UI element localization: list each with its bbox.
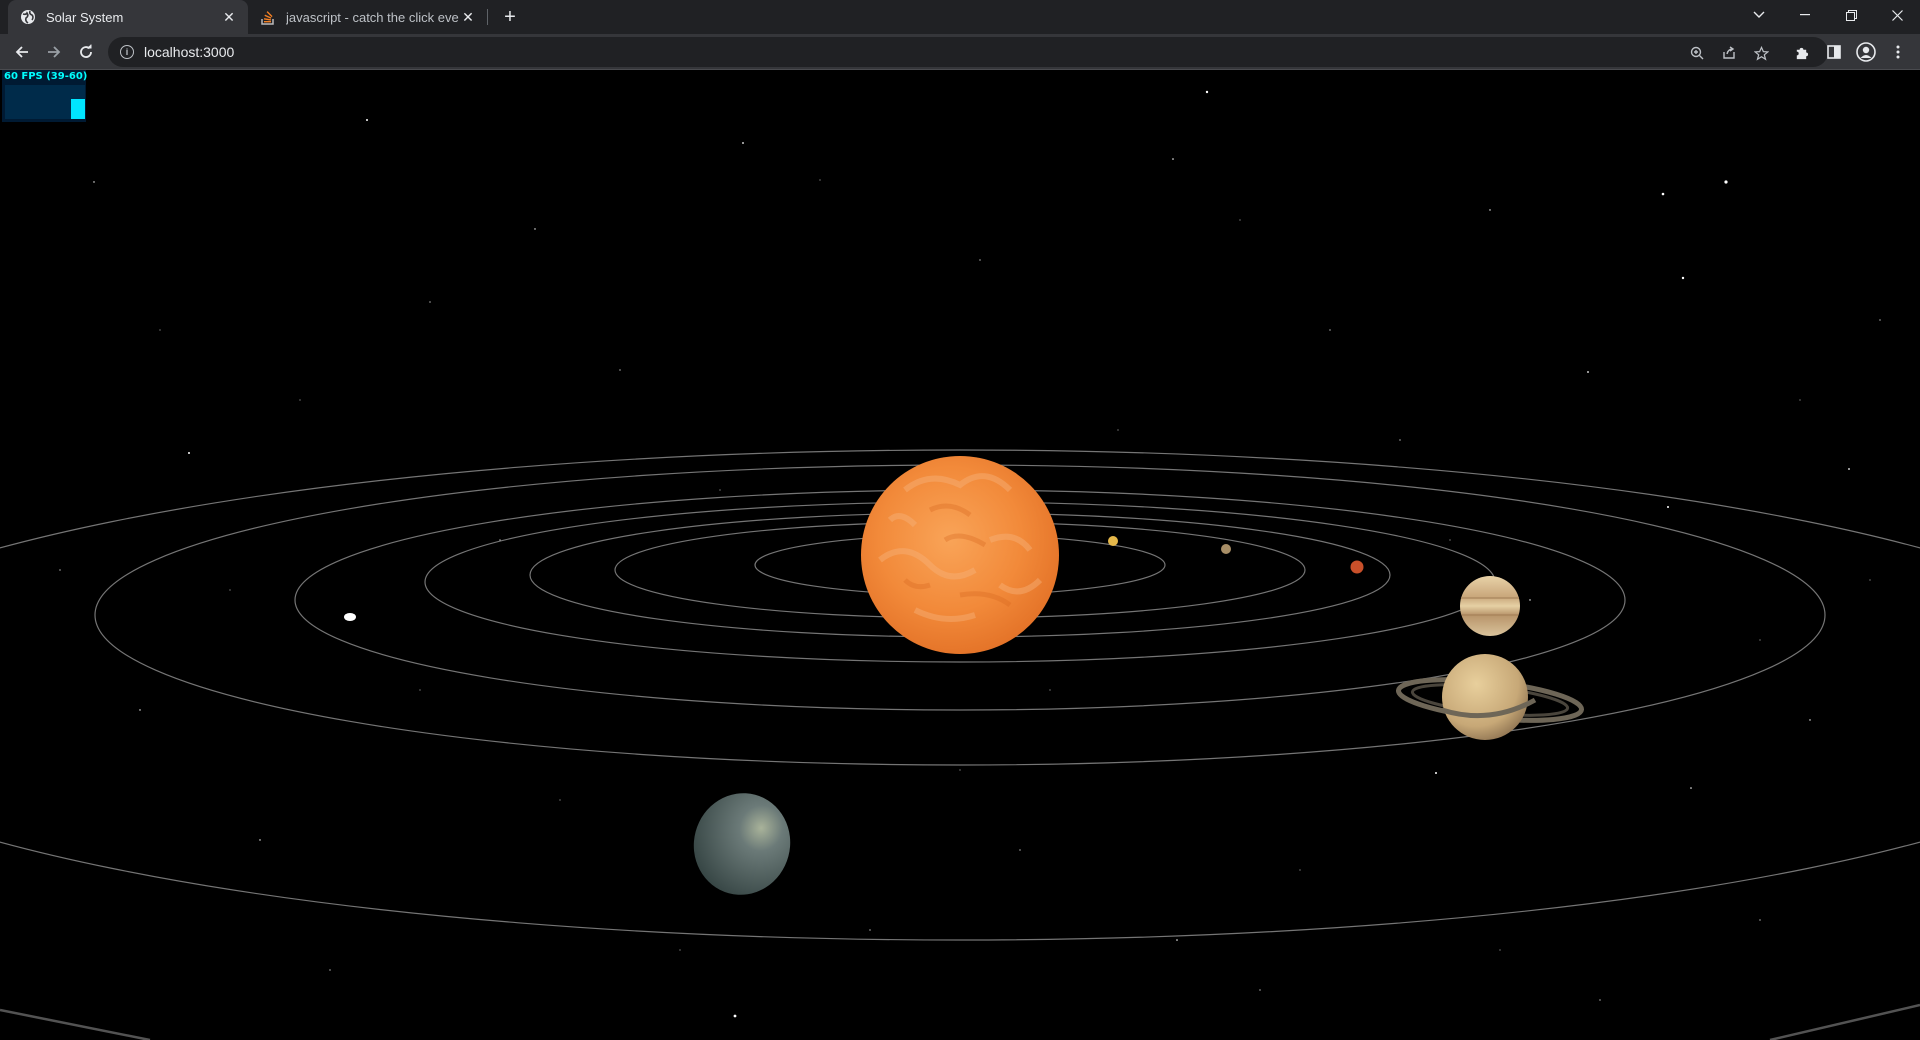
earth[interactable]: [344, 613, 356, 621]
solar-system-scene[interactable]: [0, 70, 1920, 1040]
profile-avatar-icon[interactable]: [1852, 38, 1880, 66]
jupiter[interactable]: [1460, 576, 1520, 636]
zoom-icon[interactable]: [1688, 44, 1706, 62]
site-info-icon[interactable]: i: [120, 45, 134, 59]
tab-title: javascript - catch the click event: [286, 9, 459, 25]
tab-search-icon[interactable]: [1736, 0, 1782, 30]
mars[interactable]: [1350, 560, 1364, 574]
tab-separator: [487, 9, 488, 25]
close-tab-icon[interactable]: ✕: [459, 8, 477, 26]
tab-title: Solar System: [46, 9, 124, 25]
back-button[interactable]: [8, 38, 36, 66]
reload-button[interactable]: [72, 38, 100, 66]
restore-icon[interactable]: [1828, 0, 1874, 30]
share-icon[interactable]: [1720, 44, 1738, 62]
bookmark-star-icon[interactable]: [1752, 44, 1770, 62]
sun[interactable]: [861, 456, 1059, 654]
tab-strip: Solar System ✕ javascript - catch the cl…: [0, 0, 1920, 34]
close-tab-icon[interactable]: ✕: [220, 8, 238, 26]
browser-toolbar: i localhost:3000: [0, 34, 1920, 70]
fps-label: 60 FPS (39-60): [4, 71, 88, 82]
orbit-neptune: [0, 1003, 1920, 1040]
menu-kebab-icon[interactable]: [1884, 38, 1912, 66]
fps-graph-bar: [71, 99, 85, 119]
venus[interactable]: [1221, 544, 1231, 554]
tab-stackoverflow[interactable]: javascript - catch the click event ✕: [252, 0, 487, 34]
address-url[interactable]: localhost:3000: [144, 44, 234, 60]
tab-solar-system[interactable]: Solar System ✕: [8, 0, 248, 34]
scene-canvas[interactable]: 60 FPS (39-60): [0, 70, 1920, 1040]
globe-icon: [20, 9, 36, 25]
fps-graph: [5, 85, 85, 119]
stackoverflow-icon: [260, 9, 276, 25]
saturn[interactable]: [1395, 654, 1585, 740]
fps-meter[interactable]: 60 FPS (39-60): [2, 70, 88, 122]
new-tab-button[interactable]: +: [498, 5, 522, 29]
extensions-icon[interactable]: [1787, 38, 1815, 66]
close-window-icon[interactable]: [1874, 0, 1920, 30]
address-bar[interactable]: i localhost:3000: [108, 37, 1828, 67]
side-panel-icon[interactable]: [1820, 38, 1848, 66]
uranus[interactable]: [682, 782, 801, 905]
minimize-icon[interactable]: [1782, 0, 1828, 30]
forward-button[interactable]: [40, 38, 68, 66]
mercury[interactable]: [1108, 536, 1118, 546]
